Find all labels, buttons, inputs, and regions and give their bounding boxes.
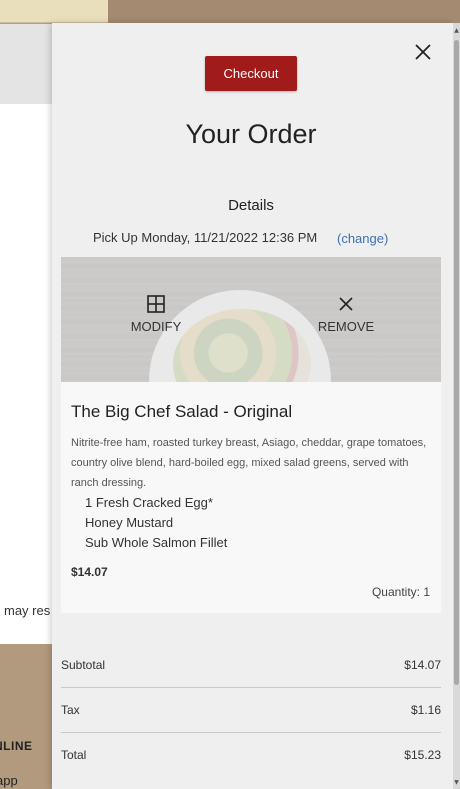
order-item-card: MODIFY REMOVE The Big Chef Salad - Origi… bbox=[61, 257, 441, 613]
modifier-item: Sub Whole Salmon Fillet bbox=[85, 535, 228, 550]
change-pickup-link[interactable]: (change) bbox=[337, 231, 388, 246]
modify-button[interactable]: MODIFY bbox=[111, 295, 201, 334]
pickup-time-text: Pick Up Monday, 11/21/2022 12:36 PM bbox=[93, 230, 318, 245]
total-row: Total $15.23 bbox=[61, 733, 441, 777]
background-wood-texture bbox=[108, 0, 460, 24]
modifier-item: Honey Mustard bbox=[85, 515, 174, 530]
details-heading: Details bbox=[228, 197, 274, 214]
remove-label: REMOVE bbox=[317, 319, 375, 334]
remove-button[interactable]: REMOVE bbox=[301, 295, 391, 334]
page-title: Your Order bbox=[185, 119, 317, 149]
item-image: MODIFY REMOVE bbox=[61, 257, 441, 382]
close-button[interactable] bbox=[411, 40, 435, 64]
total-label: Total bbox=[61, 748, 87, 762]
subtotal-row: Subtotal $14.07 bbox=[61, 643, 441, 688]
modify-label: MODIFY bbox=[130, 319, 182, 334]
checkout-button[interactable]: Checkout bbox=[205, 56, 297, 91]
background-content-panel bbox=[0, 104, 60, 644]
drawer-scrollbar-thumb[interactable] bbox=[454, 40, 459, 685]
item-modifiers: 1 Fresh Cracked Egg* Honey Mustard Sub W… bbox=[85, 493, 227, 553]
item-name: The Big Chef Salad - Original bbox=[71, 402, 293, 421]
tax-value: $1.16 bbox=[410, 703, 441, 717]
background-gray-band bbox=[0, 24, 60, 104]
scroll-down-arrow-icon[interactable]: ▼ bbox=[453, 779, 460, 786]
item-quantity: Quantity: 1 bbox=[371, 585, 430, 599]
background-footer-heading: NLINE bbox=[0, 739, 33, 753]
subtotal-value: $14.07 bbox=[404, 658, 441, 672]
scroll-up-arrow-icon[interactable]: ▲ bbox=[453, 27, 460, 34]
close-icon bbox=[339, 297, 353, 311]
grid-icon bbox=[147, 295, 165, 313]
tax-row: Tax $1.16 bbox=[61, 688, 441, 733]
item-description: Nitrite-free ham, roasted turkey breast,… bbox=[71, 437, 427, 489]
order-totals: Subtotal $14.07 Tax $1.16 Total $15.23 bbox=[61, 643, 441, 777]
background-footer-texture bbox=[0, 644, 60, 789]
item-price: $14.07 bbox=[71, 565, 108, 579]
background-header-bar bbox=[0, 0, 108, 23]
close-icon bbox=[415, 44, 431, 60]
background-footer-text: app bbox=[0, 773, 18, 788]
background-text: may res bbox=[4, 603, 51, 618]
total-value: $15.23 bbox=[404, 748, 441, 762]
tax-label: Tax bbox=[61, 703, 80, 717]
subtotal-label: Subtotal bbox=[61, 658, 106, 672]
modifier-item: 1 Fresh Cracked Egg* bbox=[85, 495, 213, 510]
